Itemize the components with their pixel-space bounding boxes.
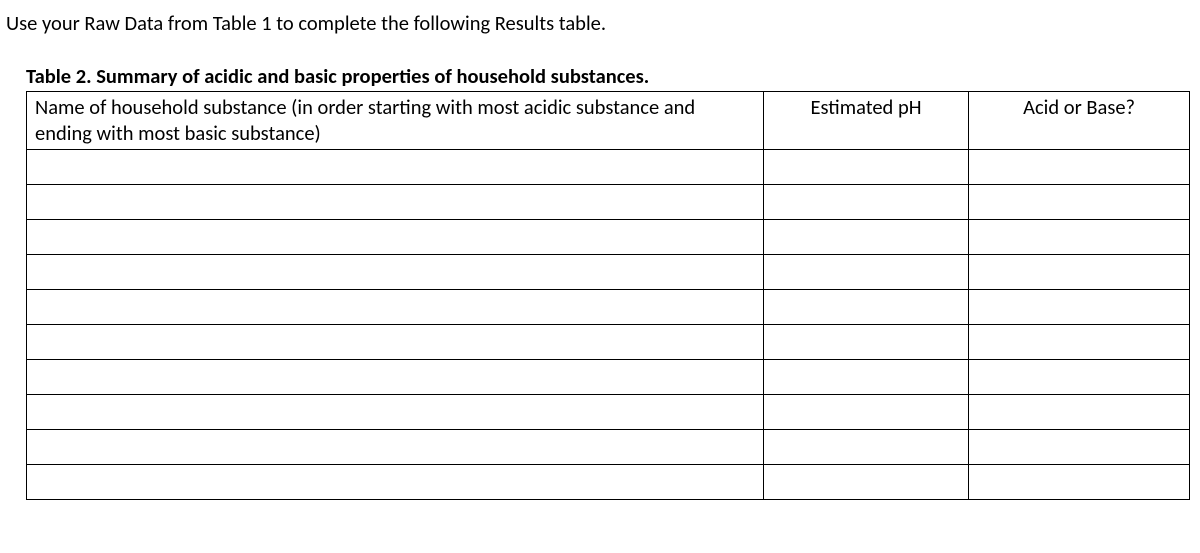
cell-substance[interactable] [27, 359, 764, 394]
cell-substance[interactable] [27, 184, 764, 219]
table-row [27, 324, 1190, 359]
table-row [27, 149, 1190, 184]
cell-substance[interactable] [27, 394, 764, 429]
cell-substance[interactable] [27, 254, 764, 289]
cell-ph[interactable] [763, 289, 968, 324]
cell-acid-base[interactable] [969, 149, 1190, 184]
cell-substance[interactable] [27, 464, 764, 499]
table-row [27, 429, 1190, 464]
table-body [27, 149, 1190, 499]
table-header-row: Name of household substance (in order st… [27, 91, 1190, 149]
results-table: Name of household substance (in order st… [26, 91, 1190, 500]
cell-acid-base[interactable] [969, 359, 1190, 394]
cell-acid-base[interactable] [969, 464, 1190, 499]
cell-ph[interactable] [763, 254, 968, 289]
cell-substance[interactable] [27, 149, 764, 184]
cell-acid-base[interactable] [969, 184, 1190, 219]
worksheet-page: Use your Raw Data from Table 1 to comple… [0, 0, 1200, 553]
header-acid-or-base: Acid or Base? [969, 91, 1190, 149]
instruction-text: Use your Raw Data from Table 1 to comple… [6, 10, 1180, 37]
header-substance: Name of household substance (in order st… [27, 91, 764, 149]
cell-acid-base[interactable] [969, 324, 1190, 359]
cell-substance[interactable] [27, 429, 764, 464]
table-row [27, 254, 1190, 289]
cell-ph[interactable] [763, 464, 968, 499]
cell-ph[interactable] [763, 149, 968, 184]
table-row [27, 394, 1190, 429]
cell-ph[interactable] [763, 394, 968, 429]
cell-acid-base[interactable] [969, 394, 1190, 429]
cell-ph[interactable] [763, 359, 968, 394]
cell-ph[interactable] [763, 429, 968, 464]
table-row [27, 184, 1190, 219]
cell-acid-base[interactable] [969, 219, 1190, 254]
cell-ph[interactable] [763, 219, 968, 254]
cell-acid-base[interactable] [969, 254, 1190, 289]
cell-acid-base[interactable] [969, 429, 1190, 464]
table-caption: Table 2. Summary of acidic and basic pro… [26, 63, 1180, 89]
cell-acid-base[interactable] [969, 289, 1190, 324]
cell-substance[interactable] [27, 289, 764, 324]
cell-ph[interactable] [763, 184, 968, 219]
table-row [27, 359, 1190, 394]
cell-substance[interactable] [27, 219, 764, 254]
header-estimated-ph: Estimated pH [763, 91, 968, 149]
table-row [27, 219, 1190, 254]
table-row [27, 289, 1190, 324]
cell-ph[interactable] [763, 324, 968, 359]
table-row [27, 464, 1190, 499]
cell-substance[interactable] [27, 324, 764, 359]
